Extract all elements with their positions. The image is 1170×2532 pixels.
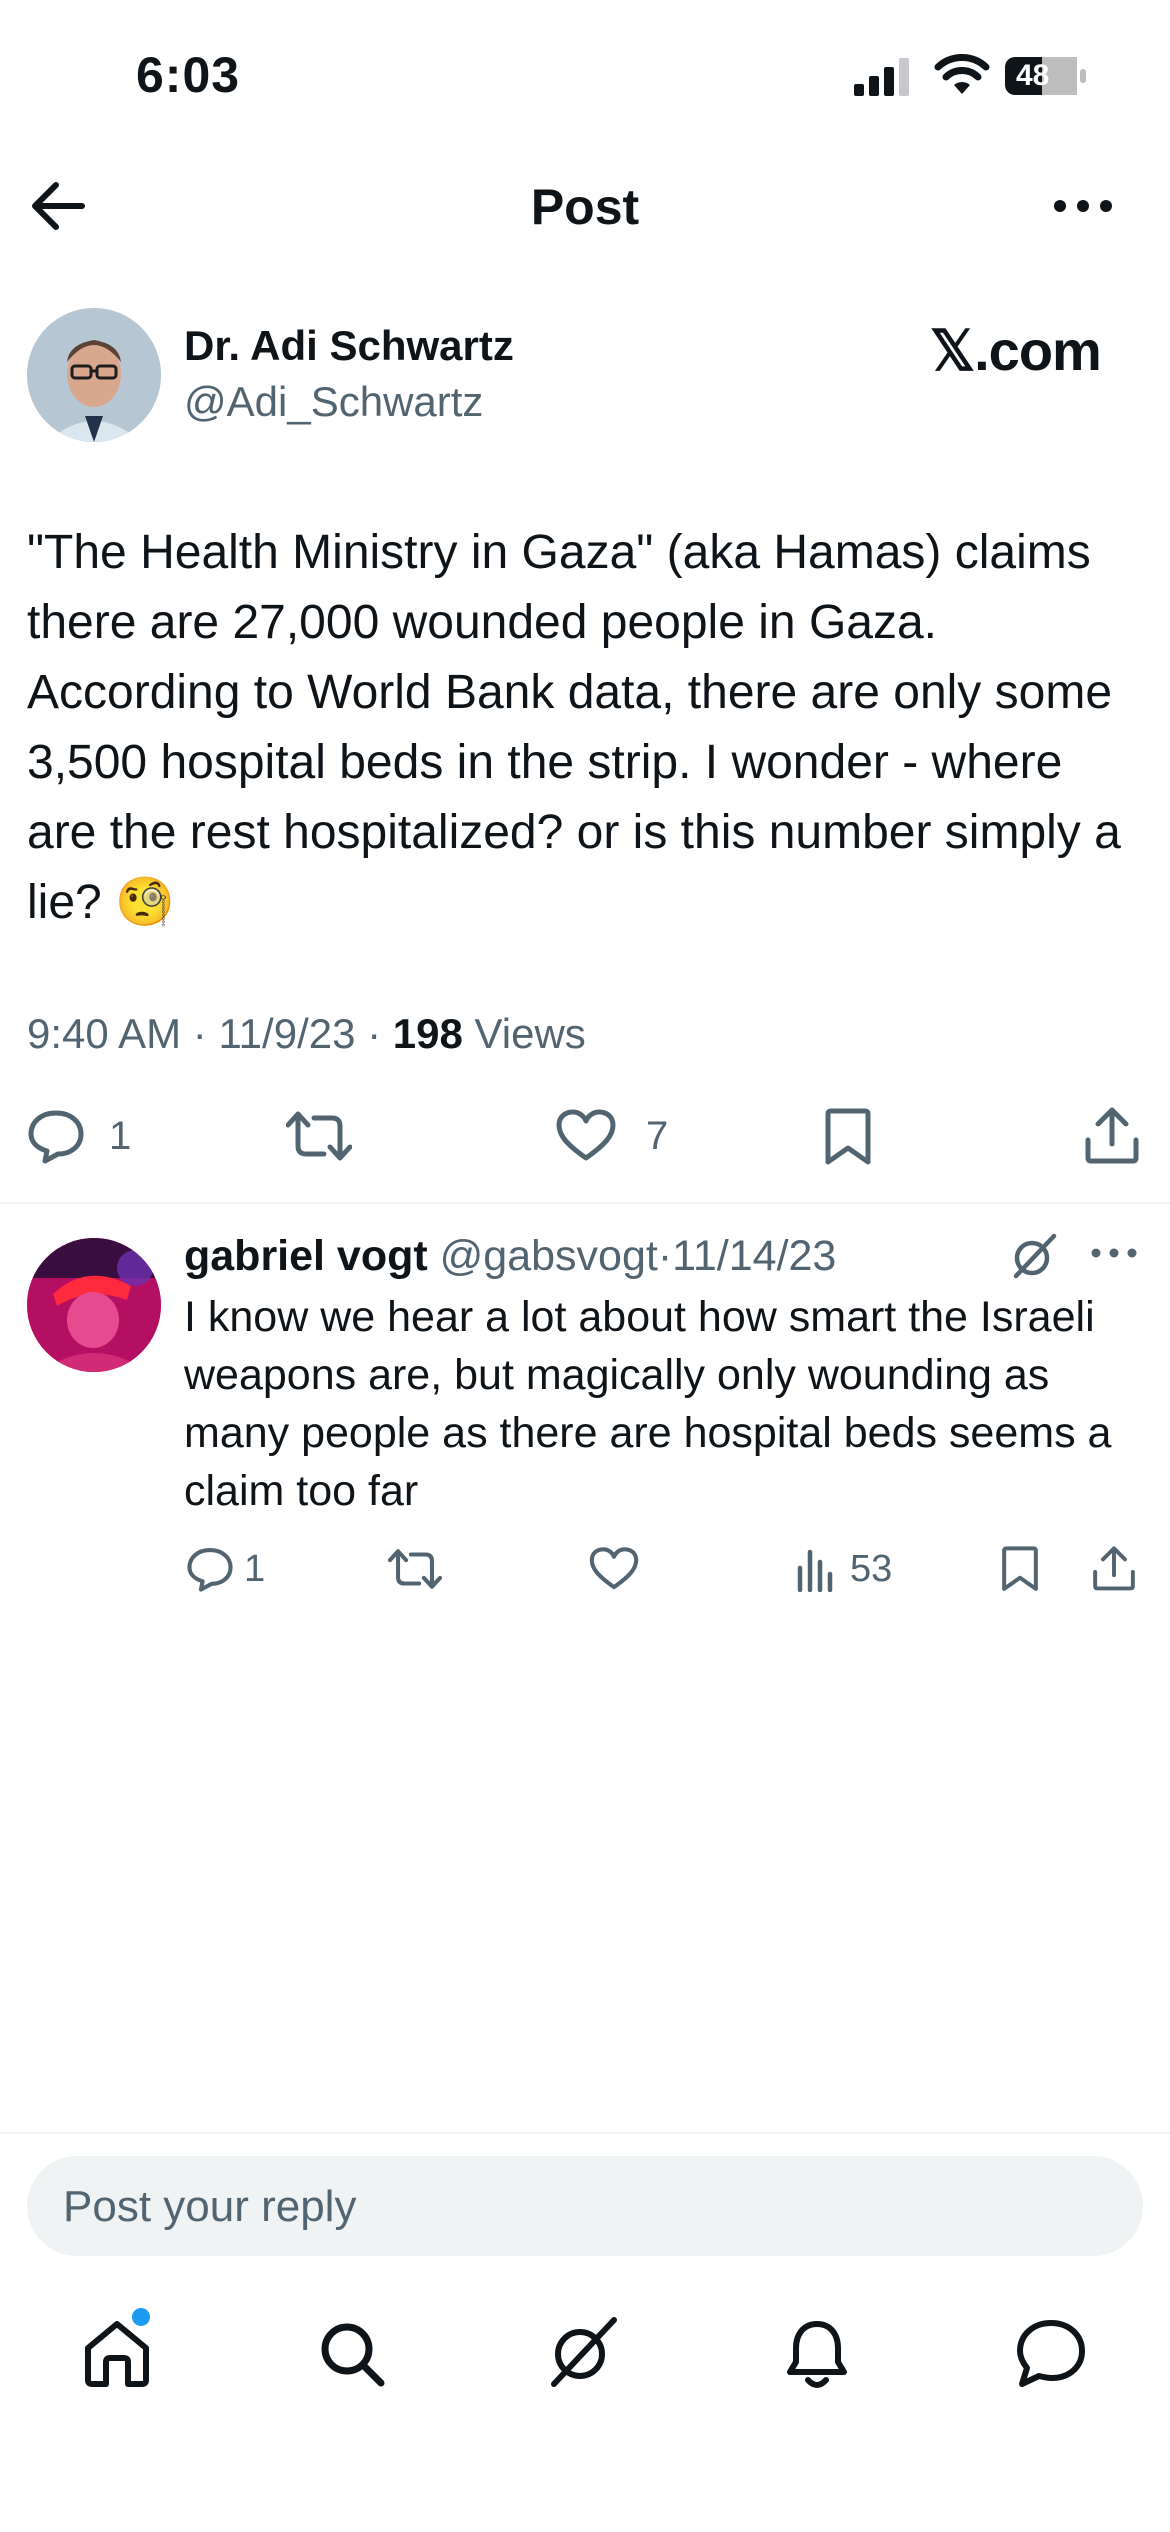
reply-repost-action[interactable] [388, 1548, 442, 1590]
reply-text: I know we hear a lot about how smart the… [184, 1293, 1112, 1515]
search-icon [318, 2320, 386, 2388]
reply-author-handle[interactable]: @gabsvogt [440, 1232, 658, 1280]
status-time: 6:03 [136, 47, 241, 103]
reply-placeholder[interactable]: Post your reply [63, 2182, 356, 2232]
grok-icon [548, 2314, 620, 2388]
reply-icon [27, 1108, 85, 1164]
analytics-icon [796, 1546, 838, 1592]
post-date: 11/9/23 [218, 1010, 356, 1057]
author-handle[interactable]: @Adi_Schwartz [184, 378, 483, 426]
bookmark-action[interactable] [823, 1108, 873, 1166]
bookmark-icon [1000, 1546, 1040, 1592]
messages-icon [1016, 2318, 1086, 2388]
notifications-icon [786, 2318, 848, 2390]
more-horizontal-icon [1052, 196, 1114, 216]
author-avatar[interactable] [27, 308, 161, 442]
separator: · [657, 1232, 673, 1280]
repost-icon [286, 1110, 352, 1162]
tab-search[interactable] [318, 2320, 386, 2388]
cellular-signal-icon [852, 58, 912, 98]
reply-avatar[interactable] [27, 1238, 161, 1372]
page-title: Post [530, 179, 640, 235]
battery-icon: 48 [1004, 56, 1086, 96]
author-name[interactable]: Dr. Adi Schwartz [184, 322, 514, 370]
like-action[interactable]: 7 [556, 1108, 668, 1164]
source-label: 𝕏.com [930, 319, 1102, 382]
repost-icon [388, 1548, 442, 1590]
bookmark-icon [823, 1108, 873, 1166]
share-icon [1084, 1106, 1140, 1164]
reply-icon [186, 1546, 234, 1592]
reply-author-name[interactable]: gabriel vogt [184, 1232, 428, 1280]
grok-icon [1010, 1232, 1058, 1280]
views-label: Views [474, 1010, 586, 1057]
reply-views-count: 53 [850, 1547, 893, 1590]
share-icon [1092, 1544, 1136, 1592]
reply-composer[interactable]: Post your reply [27, 2156, 1143, 2256]
reply-count: 1 [109, 1113, 132, 1158]
home-notification-dot [132, 2308, 150, 2326]
tab-messages[interactable] [1016, 2318, 1086, 2388]
heart-icon [556, 1108, 616, 1164]
post-text: "The Health Ministry in Gaza" (aka Hamas… [27, 526, 1121, 929]
views-count: 198 [392, 1010, 463, 1057]
repost-action[interactable] [286, 1110, 352, 1162]
reply-header: gabriel vogt @gabsvogt·11/14/23 [184, 1232, 836, 1281]
reply-more-button[interactable] [1090, 1246, 1138, 1260]
share-action[interactable] [1084, 1106, 1140, 1164]
home-icon [82, 2318, 152, 2388]
reply-action[interactable]: 1 [27, 1108, 131, 1164]
reply-like-action[interactable] [589, 1546, 639, 1592]
tab-notifications[interactable] [786, 2318, 848, 2390]
tab-grok[interactable] [548, 2314, 620, 2388]
composer-divider [0, 2132, 1170, 2134]
wifi-icon [934, 54, 990, 96]
more-options-button[interactable] [1052, 196, 1114, 216]
reply-reply-action[interactable]: 1 [186, 1546, 265, 1592]
like-count: 7 [646, 1113, 669, 1158]
battery-percent: 48 [1016, 59, 1050, 92]
reply-bookmark-action[interactable] [1000, 1546, 1040, 1592]
post-meta: 9:40 AM · 11/9/23 · 198 Views [27, 1010, 586, 1057]
divider [0, 1202, 1170, 1204]
tab-home[interactable] [82, 2318, 152, 2388]
reply-date: 11/14/23 [672, 1232, 837, 1280]
reply-share-action[interactable] [1092, 1544, 1136, 1592]
more-horizontal-icon [1090, 1246, 1138, 1260]
post-time: 9:40 AM [27, 1010, 182, 1057]
reply-grok-button[interactable] [1010, 1232, 1058, 1280]
heart-icon [589, 1546, 639, 1592]
reply-views-action[interactable]: 53 [796, 1546, 892, 1592]
reply-reply-count: 1 [244, 1547, 266, 1590]
